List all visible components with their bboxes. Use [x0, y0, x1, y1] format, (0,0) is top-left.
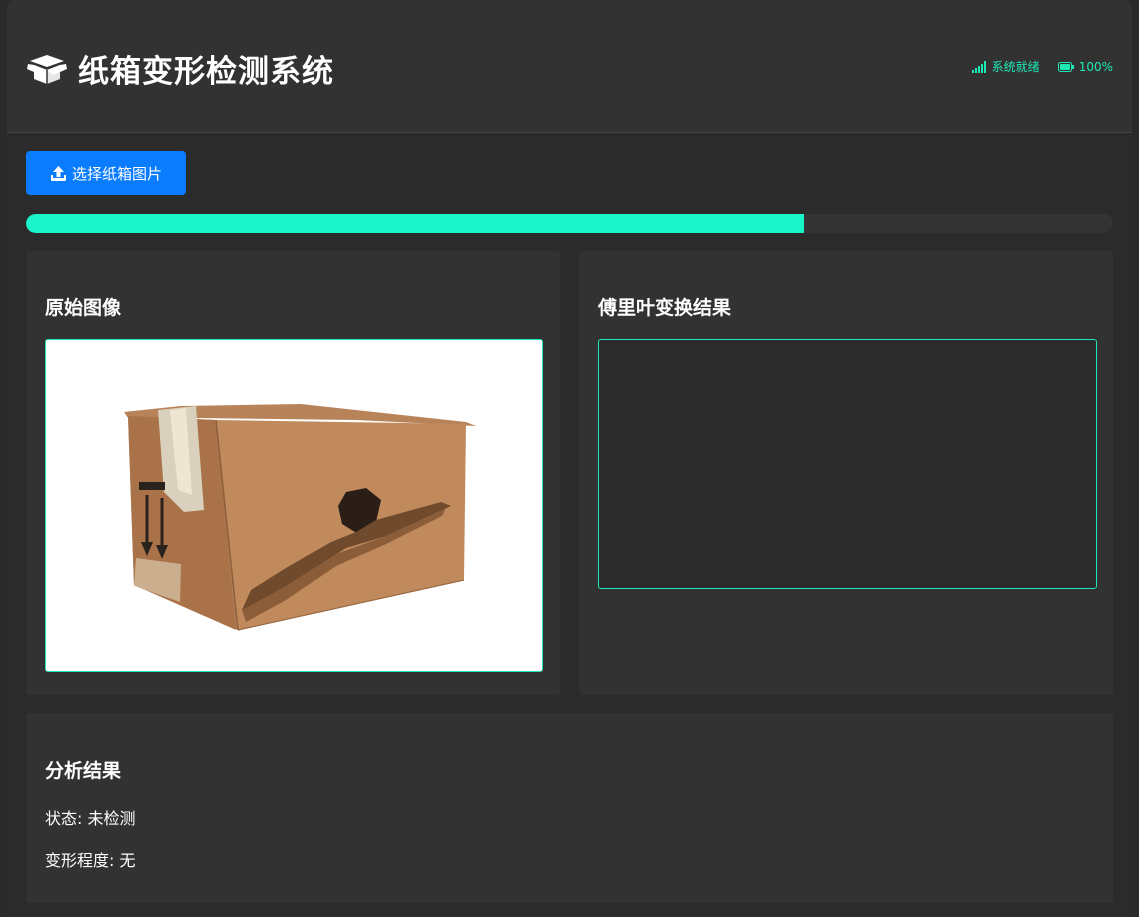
- system-status-text: 系统就绪: [991, 60, 1040, 74]
- battery-status: 100%: [1057, 59, 1113, 74]
- system-status: 系统就绪: [971, 58, 1040, 75]
- battery-text: 100%: [1078, 59, 1113, 74]
- page-title-text: 纸箱变形检测系统: [78, 53, 334, 90]
- status-area: 系统就绪 100%: [971, 58, 1113, 75]
- page-title: 纸箱变形检测系统: [26, 46, 334, 90]
- analysis-title: 分析结果: [45, 760, 122, 782]
- fourier-result-title: 傅里叶变换结果: [598, 297, 732, 319]
- battery-icon: [1057, 61, 1074, 72]
- progress-bar: [26, 214, 1113, 233]
- signal-bars-icon: [971, 60, 986, 73]
- original-image-panel: 原始图像: [26, 251, 560, 695]
- fourier-result-canvas: [598, 339, 1097, 589]
- damaged-cardboard-box-image: [46, 340, 542, 671]
- analysis-panel: 分析结果 状态: 未检测 变形程度: 无: [26, 713, 1113, 903]
- original-image-title: 原始图像: [45, 297, 122, 319]
- app-window: 纸箱变形检测系统 系统就绪 100% 选择纸箱图片 原始图像 傅里叶变换结果 分…: [7, 0, 1132, 917]
- select-box-image-label: 选择纸箱图片: [71, 164, 162, 183]
- progress-fill: [26, 214, 805, 233]
- upload-icon: [50, 165, 66, 181]
- header-bar: 纸箱变形检测系统 系统就绪 100%: [7, 0, 1132, 133]
- original-image: [45, 339, 543, 672]
- select-box-image-button[interactable]: 选择纸箱图片: [26, 151, 186, 195]
- box-open-icon: [26, 51, 68, 85]
- fourier-result-panel: 傅里叶变换结果: [579, 251, 1113, 695]
- deformation-result: 变形程度: 无: [45, 851, 136, 870]
- status-result: 状态: 未检测: [45, 809, 136, 828]
